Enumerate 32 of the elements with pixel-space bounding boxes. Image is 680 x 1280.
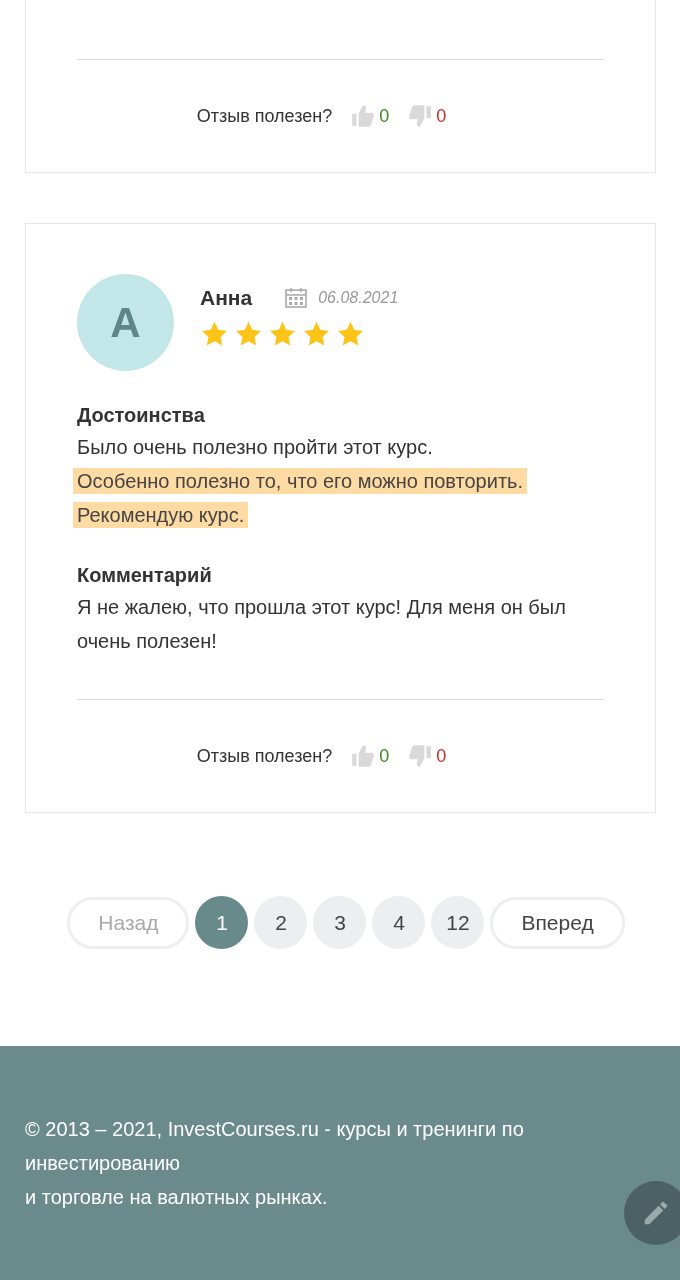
- thumbs-up-icon: [350, 743, 377, 769]
- thumbs-down-icon: [407, 743, 434, 769]
- author-name: Анна: [200, 286, 253, 310]
- thumbs-up-icon: [350, 103, 377, 129]
- section-heading: Достоинства: [77, 403, 206, 428]
- helpful-question: Отзыв полезен?: [196, 745, 333, 767]
- page-button[interactable]: 2: [254, 896, 308, 949]
- review-date: 06.08.2021: [318, 289, 399, 307]
- dislike-count: 0: [436, 745, 447, 767]
- page-button[interactable]: 12: [431, 896, 485, 949]
- next-page-button[interactable]: Вперед: [490, 896, 625, 949]
- like-count: 0: [379, 105, 390, 127]
- helpful-question: Отзыв полезен?: [196, 105, 333, 127]
- thumbs-down-icon: [407, 103, 434, 129]
- review-text: Рекомендую курс.: [73, 502, 249, 528]
- dislike-button[interactable]: 0: [407, 103, 447, 129]
- like-count: 0: [379, 745, 390, 767]
- review-text: Я не жалею, что прошла этот курс! Для меня он был очень полезен!: [77, 596, 566, 652]
- copyright-text: © 2013 – 2021, InvestCourses.ru - курсы и тренинги по инвестированию и торговле на валютных рынках.: [25, 1117, 525, 1210]
- review-text: Особенно полезно то, что его можно повторить.: [73, 468, 528, 494]
- edit-button[interactable]: [624, 1181, 680, 1245]
- like-button[interactable]: 0: [350, 743, 390, 769]
- section-heading: Комментарий: [77, 563, 213, 588]
- page-button[interactable]: 1: [195, 896, 249, 949]
- avatar: А: [77, 274, 174, 371]
- page-button[interactable]: 3: [313, 896, 367, 949]
- review-text: Было очень полезно пройти этот курс.: [77, 436, 433, 458]
- page-button[interactable]: 4: [372, 896, 426, 949]
- dislike-count: 0: [436, 105, 447, 127]
- like-button[interactable]: 0: [350, 103, 390, 129]
- dislike-button[interactable]: 0: [407, 743, 447, 769]
- calendar-icon: [284, 286, 309, 310]
